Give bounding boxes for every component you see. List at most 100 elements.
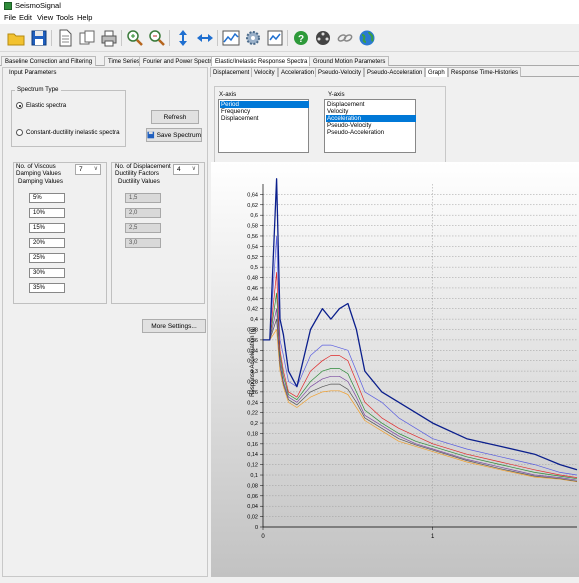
zoom-out-icon[interactable] (147, 28, 167, 48)
damping-value-input[interactable]: 35% (29, 283, 65, 293)
y-tick-label: 0,48 (247, 276, 258, 282)
gear-icon[interactable] (243, 28, 263, 48)
ductility-value-input[interactable]: 2,0 (125, 208, 161, 218)
y-tick-label: 0,52 (247, 255, 258, 261)
tab-velocity[interactable]: Velocity (251, 67, 278, 77)
ductility-value-input[interactable]: 2,5 (125, 223, 161, 233)
y-tick-label: 0,58 (247, 224, 258, 230)
y-tick-label: 0,6 (250, 213, 258, 219)
save-spectrum-button[interactable]: Save Spectrum (146, 128, 202, 142)
tab-pseudo-acceleration[interactable]: Pseudo-Acceleration (364, 67, 426, 77)
damping-value-input[interactable]: 25% (29, 253, 65, 263)
y-tick-label: 0,5 (250, 265, 258, 271)
ductility-count-label-2: Ductility Factors (115, 170, 160, 177)
open-folder-icon[interactable] (6, 28, 26, 48)
ductility-value-input[interactable]: 3,0 (125, 238, 161, 248)
damping-value-input[interactable]: 10% (29, 208, 65, 218)
ductility-count-select[interactable]: 4 ∨ (173, 164, 199, 175)
y-tick-label: 0,1 (250, 473, 258, 479)
tab-pseudo-velocity[interactable]: Pseudo-Velocity (315, 67, 365, 77)
globe-icon[interactable] (357, 28, 377, 48)
chart-background (211, 162, 579, 577)
damping-value-input[interactable]: 20% (29, 238, 65, 248)
y-tick-label: 0,06 (247, 494, 258, 500)
inelastic-spectra-label: Constant-ductility inelastic spectra (26, 129, 120, 136)
x-axis-option[interactable]: Displacement (220, 115, 309, 122)
menu-view[interactable]: View (37, 13, 53, 22)
more-settings-button[interactable]: More Settings... (142, 319, 206, 333)
tab-ground-motion-parameters[interactable]: Ground Motion Parameters (309, 56, 390, 66)
spectrum-type-legend: Spectrum Type (15, 86, 61, 93)
y-tick-label: 0,08 (247, 483, 258, 489)
film-reel-icon[interactable] (313, 28, 333, 48)
y-tick-label: 0,14 (247, 452, 258, 458)
y-tick-label: 0,4 (250, 317, 258, 323)
y-axis-option[interactable]: Pseudo-Velocity (326, 122, 416, 129)
app-logo-icon (4, 2, 12, 10)
toolbar: ? (0, 24, 579, 52)
chart-icon[interactable] (221, 28, 241, 48)
menu-bar: File Edit View Tools Help (0, 12, 579, 24)
y-axis-listbox[interactable]: Displacement Velocity Acceleration Pseud… (324, 99, 416, 153)
tab-fourier-power-spectra[interactable]: Fourier and Power Spectra (139, 56, 219, 66)
menu-tools[interactable]: Tools (56, 13, 74, 22)
elastic-spectra-label: Elastic spectra (26, 102, 67, 109)
save-disk-icon[interactable] (29, 28, 49, 48)
y-tick-label: 0,16 (247, 442, 258, 448)
tab-response-spectra[interactable]: Elastic/Inelastic Response Spectra (211, 56, 312, 66)
tab-graph[interactable]: Graph (425, 67, 448, 77)
x-axis-listbox[interactable]: Period Frequency Displacement (218, 99, 309, 153)
y-tick-label: 0 (255, 525, 258, 531)
y-axis-option[interactable]: Acceleration (326, 115, 416, 122)
ductility-value-input[interactable]: 1,5 (125, 193, 161, 203)
damping-value-input[interactable]: 15% (29, 223, 65, 233)
sub-tab-strip: Displacement Velocity Acceleration Pseud… (210, 67, 579, 77)
y-axis-option[interactable]: Displacement (326, 101, 416, 108)
print-icon[interactable] (99, 28, 119, 48)
y-axis-title: Response Acceleration [g] (250, 327, 256, 397)
refresh-button[interactable]: Refresh (151, 110, 199, 124)
chevron-down-icon: ∨ (191, 166, 196, 172)
save-disk-icon (147, 131, 155, 139)
menu-edit[interactable]: Edit (19, 13, 32, 22)
horizontal-arrows-icon[interactable] (195, 28, 215, 48)
document-icon[interactable] (55, 28, 75, 48)
tab-baseline-correction[interactable]: Baseline Correction and Filtering (1, 56, 97, 66)
spectrum-type-group (11, 90, 126, 147)
menu-help[interactable]: Help (77, 13, 92, 22)
elastic-spectra-radio[interactable] (16, 102, 23, 109)
damping-count-value: 7 (79, 166, 83, 173)
damping-value-input[interactable]: 5% (29, 193, 65, 203)
input-parameters-panel: Input Parameters Spectrum Type Elastic s… (2, 67, 208, 577)
y-axis-label: Y-axis (328, 91, 345, 98)
help-icon[interactable]: ? (291, 28, 311, 48)
input-parameters-title: Input Parameters (9, 69, 57, 76)
status-bar (0, 578, 579, 583)
menu-file[interactable]: File (4, 13, 16, 22)
tab-time-series[interactable]: Time Series (104, 56, 144, 66)
more-settings-label: More Settings... (151, 322, 197, 330)
response-spectrum-chart[interactable]: 0 0,02 0,04 0,06 0,08 0,1 0,12 0,14 0,16 0,18 0,2 0… (211, 162, 579, 577)
damping-value-input[interactable]: 30% (29, 268, 65, 278)
y-tick-label: 0,42 (247, 307, 258, 313)
vertical-arrows-icon[interactable] (173, 28, 193, 48)
inelastic-spectra-radio[interactable] (16, 129, 23, 136)
damping-count-label-2: Damping Values (16, 170, 61, 177)
import-icon[interactable] (265, 28, 285, 48)
title-bar: SeismoSignal (0, 0, 579, 12)
y-axis-option[interactable]: Pseudo-Acceleration (326, 129, 416, 136)
damping-values-header: Damping Values (18, 178, 63, 185)
tab-response-time-histories[interactable]: Response Time-Histories (448, 67, 522, 77)
copy-icon[interactable] (77, 28, 97, 48)
x-axis-option[interactable]: Period (220, 101, 309, 108)
tab-displacement[interactable]: Displacement (210, 67, 253, 77)
x-axis-option[interactable]: Frequency (220, 108, 309, 115)
svg-text:?: ? (298, 34, 304, 45)
zoom-in-icon[interactable] (125, 28, 145, 48)
tab-acceleration[interactable]: Acceleration (278, 67, 318, 77)
y-axis-option[interactable]: Velocity (326, 108, 416, 115)
y-tick-label: 0,44 (247, 296, 258, 302)
damping-count-select[interactable]: 7 ∨ (75, 164, 101, 175)
main-tab-strip: Baseline Correction and Filtering Time S… (0, 56, 579, 66)
chain-link-icon[interactable] (335, 28, 355, 48)
